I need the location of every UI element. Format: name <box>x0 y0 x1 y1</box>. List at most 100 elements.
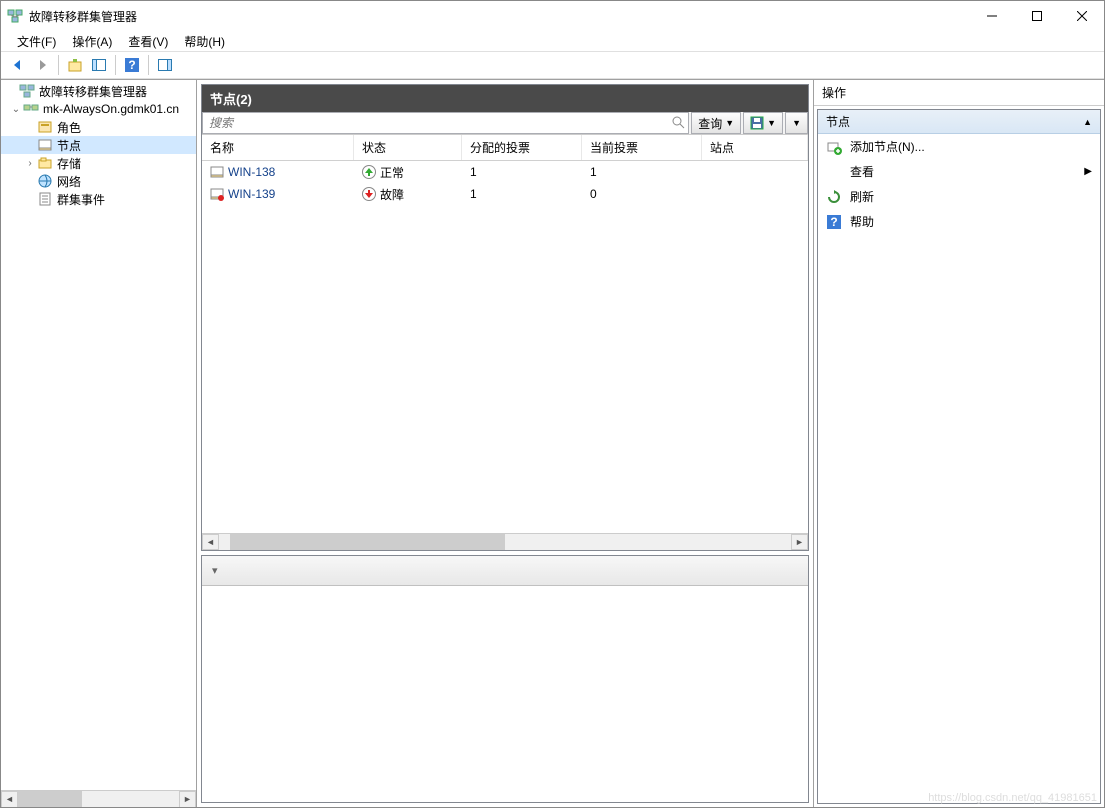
node-name: WIN-139 <box>228 187 275 201</box>
cluster-manager-icon <box>19 83 35 99</box>
action-help[interactable]: ? 帮助 <box>818 209 1100 234</box>
tree-label: 存储 <box>57 155 81 172</box>
grid-header: 名称 状态 分配的投票 当前投票 站点 <box>202 135 808 161</box>
site <box>702 170 808 174</box>
save-button[interactable]: ▼ <box>743 112 783 134</box>
tree-network[interactable]: 网络 <box>1 172 196 190</box>
menu-help[interactable]: 帮助(H) <box>176 31 233 52</box>
scroll-right-icon[interactable]: ► <box>791 534 808 550</box>
col-name[interactable]: 名称 <box>202 135 354 160</box>
scroll-track[interactable] <box>18 791 179 808</box>
action-view[interactable]: 查看 ▶ <box>818 159 1100 184</box>
expander-icon[interactable]: ⌄ <box>9 104 23 115</box>
detail-collapse-bar[interactable]: ▾ <box>202 556 808 586</box>
actions-panel: 操作 节点 ▲ 添加节点(N)... 查看 ▶ 刷新 ? 帮助 <box>814 80 1104 807</box>
chevron-down-icon: ▾ <box>212 564 218 577</box>
tree-storage[interactable]: › 存储 <box>1 154 196 172</box>
events-icon <box>37 191 53 207</box>
search-row: 查询▼ ▼ ▼ <box>202 112 808 135</box>
table-row[interactable]: WIN-139 故障 1 0 <box>202 183 808 205</box>
minimize-button[interactable] <box>969 1 1014 31</box>
chevron-right-icon: ▶ <box>1084 166 1092 177</box>
table-row[interactable]: WIN-138 正常 1 1 <box>202 161 808 183</box>
tree-label: 角色 <box>57 119 81 136</box>
chevron-down-icon: ▼ <box>725 118 734 128</box>
actions-subheader[interactable]: 节点 ▲ <box>818 110 1100 134</box>
back-button[interactable] <box>7 54 29 76</box>
menu-view[interactable]: 查看(V) <box>120 31 176 52</box>
svg-text:?: ? <box>830 215 837 229</box>
center-panel: 节点(2) 查询▼ ▼ ▼ 名称 状态 分配的投票 当前投票 站点 WIN-13… <box>197 80 814 807</box>
close-button[interactable] <box>1059 1 1104 31</box>
actions-title: 操作 <box>814 80 1104 106</box>
node-icon <box>210 165 224 179</box>
assigned-vote: 1 <box>462 163 582 181</box>
menu-bar: 文件(F) 操作(A) 查看(V) 帮助(H) <box>1 31 1104 51</box>
menu-action[interactable]: 操作(A) <box>64 31 120 52</box>
detail-body <box>202 586 808 802</box>
title-bar: 故障转移群集管理器 <box>1 1 1104 31</box>
search-icon[interactable] <box>671 115 685 129</box>
menu-file[interactable]: 文件(F) <box>9 31 64 52</box>
scroll-track[interactable] <box>219 534 791 550</box>
dropdown-button[interactable]: ▼ <box>785 112 808 134</box>
action-refresh[interactable]: 刷新 <box>818 184 1100 209</box>
storage-icon <box>37 155 53 171</box>
nodes-list-pane: 节点(2) 查询▼ ▼ ▼ 名称 状态 分配的投票 当前投票 站点 WIN-13… <box>201 84 809 551</box>
help-button[interactable]: ? <box>121 54 143 76</box>
refresh-icon <box>826 189 842 205</box>
action-add-node[interactable]: 添加节点(N)... <box>818 134 1100 159</box>
tree-label: mk-AlwaysOn.gdmk01.cn <box>43 102 179 116</box>
nodes-icon <box>37 137 53 153</box>
chevron-down-icon: ▼ <box>792 118 801 128</box>
scroll-left-icon[interactable]: ◄ <box>202 534 219 550</box>
action-label: 添加节点(N)... <box>850 138 925 155</box>
action-label: 刷新 <box>850 188 874 205</box>
forward-button[interactable] <box>31 54 53 76</box>
scroll-right-icon[interactable]: ► <box>179 791 196 808</box>
status-down-icon <box>362 187 376 201</box>
actions-subheader-label: 节点 <box>826 113 850 130</box>
col-site[interactable]: 站点 <box>702 135 808 160</box>
grid-body: WIN-138 正常 1 1 WIN-139 故障 1 0 <box>202 161 808 533</box>
scroll-thumb[interactable] <box>18 791 82 808</box>
action-label: 查看 <box>850 163 874 180</box>
col-status[interactable]: 状态 <box>354 135 462 160</box>
status-text: 故障 <box>380 186 404 203</box>
tree-label: 群集事件 <box>57 191 105 208</box>
maximize-button[interactable] <box>1014 1 1059 31</box>
col-assigned-vote[interactable]: 分配的投票 <box>462 135 582 160</box>
tree-cluster[interactable]: ⌄ mk-AlwaysOn.gdmk01.cn <box>1 100 196 118</box>
show-hide-action-button[interactable] <box>154 54 176 76</box>
tree-nodes[interactable]: 节点 <box>1 136 196 154</box>
grid-scrollbar[interactable]: ◄ ► <box>202 533 808 550</box>
node-icon <box>210 187 224 201</box>
current-vote: 0 <box>582 185 702 203</box>
assigned-vote: 1 <box>462 185 582 203</box>
roles-icon <box>37 119 53 135</box>
expander-icon[interactable]: › <box>23 158 37 169</box>
collapse-icon: ▲ <box>1083 117 1092 127</box>
tree-events[interactable]: 群集事件 <box>1 190 196 208</box>
tree-label: 网络 <box>57 173 81 190</box>
detail-pane: ▾ <box>201 555 809 803</box>
tree-root[interactable]: 故障转移群集管理器 <box>1 82 196 100</box>
toolbar: ? <box>1 51 1104 79</box>
show-hide-tree-button[interactable] <box>88 54 110 76</box>
scroll-left-icon[interactable]: ◄ <box>1 791 18 808</box>
save-icon <box>750 116 764 130</box>
query-button[interactable]: 查询▼ <box>691 112 741 134</box>
col-current-vote[interactable]: 当前投票 <box>582 135 702 160</box>
main-area: 故障转移群集管理器 ⌄ mk-AlwaysOn.gdmk01.cn 角色 节点 … <box>1 79 1104 807</box>
add-node-icon <box>826 139 842 155</box>
tree-scrollbar[interactable]: ◄ ► <box>1 790 196 807</box>
toolbar-separator <box>58 55 59 75</box>
status-up-icon <box>362 165 376 179</box>
network-icon <box>37 173 53 189</box>
query-label: 查询 <box>698 115 722 132</box>
search-input[interactable] <box>202 112 689 134</box>
current-vote: 1 <box>582 163 702 181</box>
tree-roles[interactable]: 角色 <box>1 118 196 136</box>
up-button[interactable] <box>64 54 86 76</box>
scroll-thumb[interactable] <box>230 534 505 550</box>
